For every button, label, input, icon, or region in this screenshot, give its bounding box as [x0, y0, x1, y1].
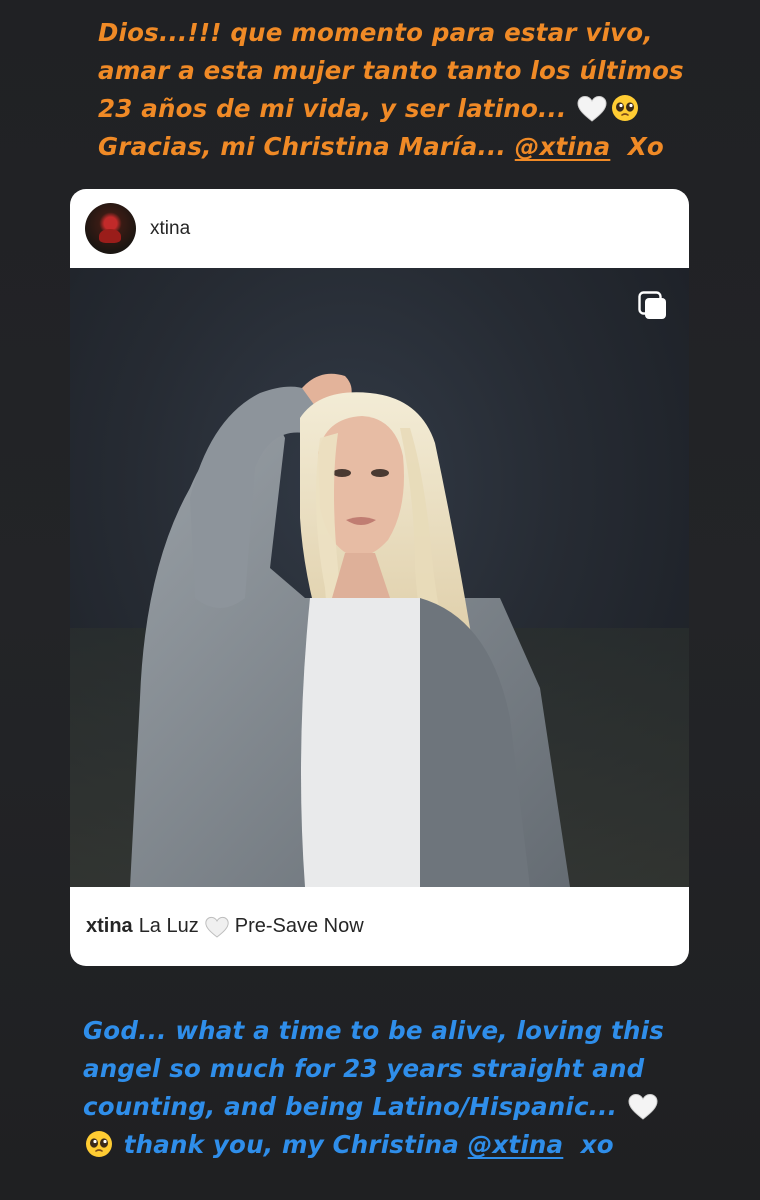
caption-line: angel so much for 23 years straight and [83, 1054, 645, 1083]
post-footer-username[interactable]: xtina [86, 915, 133, 938]
post-photo[interactable] [70, 268, 689, 887]
portrait-image [70, 373, 689, 887]
mention-link[interactable]: @xtina [515, 132, 611, 161]
white-heart-icon [577, 95, 607, 122]
caption-line: 23 años de mi vida, y ser latino... [0, 90, 760, 128]
caption-text: thank you, my Christina [123, 1130, 459, 1159]
post-footer-text: Pre-Save Now [234, 915, 364, 937]
post-header[interactable]: xtina [70, 189, 689, 268]
multiple-photos-icon [638, 291, 666, 319]
story-caption-spanish: Dios...!!! que momento para estar vivo, … [0, 14, 760, 166]
caption-sign-off: Xo [627, 132, 664, 161]
caption-line: Dios...!!! que momento para estar vivo, [98, 18, 653, 47]
caption-text: 23 años de mi vida, y ser latino... [98, 94, 567, 123]
mention-link[interactable]: @xtina [468, 1130, 564, 1159]
pleading-face-icon [612, 95, 639, 121]
post-author-name[interactable]: xtina [150, 218, 190, 240]
caption-sign-off: xo [580, 1130, 614, 1159]
caption-line: God... what a time to be alive, loving t… [83, 1016, 664, 1045]
white-heart-icon [628, 1093, 658, 1120]
post-footer-text: La Luz [138, 915, 199, 937]
caption-line: amar a esta mujer tanto tanto los último… [98, 56, 684, 85]
caption-text: counting, and being Latino/Hispanic... [83, 1092, 618, 1121]
shared-post-card[interactable]: xtina xtina La Luz Pre-Save Now [70, 189, 689, 966]
avatar[interactable] [85, 203, 136, 254]
post-footer[interactable]: xtina La Luz Pre-Save Now [70, 887, 689, 966]
caption-line: thank you, my Christina @xtina xo [0, 1126, 760, 1164]
caption-line: Gracias, mi Christina María... @xtina Xo [0, 128, 760, 166]
caption-text: Gracias, mi Christina María... [98, 132, 507, 161]
caption-line: counting, and being Latino/Hispanic... [0, 1088, 760, 1126]
story-caption-english: God... what a time to be alive, loving t… [0, 1012, 760, 1164]
pleading-face-icon [86, 1131, 112, 1157]
white-heart-icon [205, 916, 229, 938]
